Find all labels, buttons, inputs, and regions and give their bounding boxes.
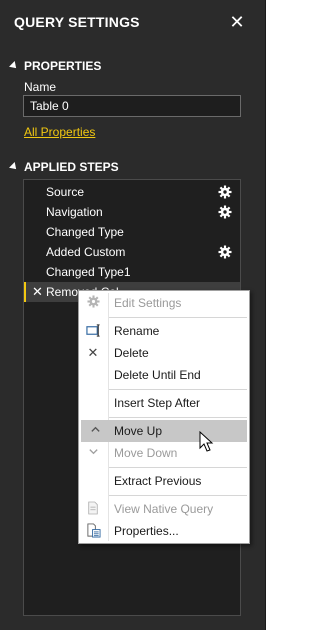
step-navigation[interactable]: Navigation [24, 202, 240, 222]
applied-steps-heading: APPLIED STEPS [24, 160, 119, 174]
properties-heading: PROPERTIES [24, 59, 102, 73]
native-query-icon [85, 501, 101, 517]
step-label: Changed Type [46, 225, 124, 239]
all-properties-link[interactable]: All Properties [24, 125, 95, 139]
gear-icon[interactable] [218, 185, 232, 199]
menu-separator [109, 467, 247, 468]
menu-separator [109, 495, 247, 496]
collapse-caret-icon [9, 61, 19, 71]
mouse-cursor-icon [199, 431, 214, 452]
step-added-custom[interactable]: Added Custom [24, 242, 240, 262]
close-icon[interactable]: ✕ [229, 13, 245, 31]
collapse-caret-icon [9, 162, 19, 172]
step-label: Changed Type1 [46, 265, 131, 279]
gear-icon[interactable] [218, 205, 232, 219]
name-input[interactable] [23, 95, 241, 117]
menu-item-rename[interactable]: Rename [79, 320, 249, 342]
chevron-down-icon [85, 445, 101, 461]
menu-item-label: Move Down [114, 446, 178, 460]
menu-item-label: Insert Step After [114, 396, 201, 410]
menu-item-extract-previous[interactable]: Extract Previous [79, 470, 249, 492]
menu-item-label: Delete Until End [114, 368, 201, 382]
delete-step-icon[interactable]: ✕ [32, 282, 43, 302]
menu-item-label: Delete [114, 346, 149, 360]
gear-icon [85, 295, 101, 311]
step-source[interactable]: Source [24, 182, 240, 202]
rename-icon [85, 323, 101, 339]
properties-section-toggle[interactable]: PROPERTIES [9, 59, 102, 73]
menu-item-insert-step-after[interactable]: Insert Step After [79, 392, 249, 414]
step-label: Navigation [46, 205, 103, 219]
menu-item-label: Extract Previous [114, 474, 202, 488]
applied-steps-section-toggle[interactable]: APPLIED STEPS [9, 160, 119, 174]
step-label: Added Custom [46, 245, 126, 259]
menu-separator [109, 317, 247, 318]
menu-item-label: Rename [114, 324, 160, 338]
menu-item-view-native-query[interactable]: View Native Query [79, 498, 249, 520]
menu-item-delete[interactable]: ✕ Delete [79, 342, 249, 364]
menu-item-label: Move Up [114, 424, 163, 438]
menu-item-label: Properties... [114, 524, 179, 538]
menu-separator [109, 417, 247, 418]
menu-item-delete-until-end[interactable]: Delete Until End [79, 364, 249, 386]
properties-icon [85, 523, 101, 539]
step-changed-type[interactable]: Changed Type [24, 222, 240, 242]
name-label: Name [24, 80, 57, 94]
delete-x-icon: ✕ [87, 345, 99, 360]
step-changed-type1[interactable]: Changed Type1 [24, 262, 240, 282]
menu-item-properties[interactable]: Properties... [79, 520, 249, 542]
step-context-menu: Edit Settings Rename ✕ Delete Delete Unt… [78, 290, 250, 544]
menu-item-label: View Native Query [114, 502, 214, 516]
menu-item-label: Edit Settings [114, 296, 182, 310]
menu-item-move-up[interactable]: Move Up [81, 420, 247, 442]
gear-icon[interactable] [218, 245, 232, 259]
menu-item-edit-settings[interactable]: Edit Settings [79, 292, 249, 314]
menu-separator [109, 389, 247, 390]
chevron-up-icon [87, 423, 103, 439]
step-label: Source [46, 185, 85, 199]
pane-title: QUERY SETTINGS [14, 14, 140, 30]
menu-item-move-down[interactable]: Move Down [79, 442, 249, 464]
